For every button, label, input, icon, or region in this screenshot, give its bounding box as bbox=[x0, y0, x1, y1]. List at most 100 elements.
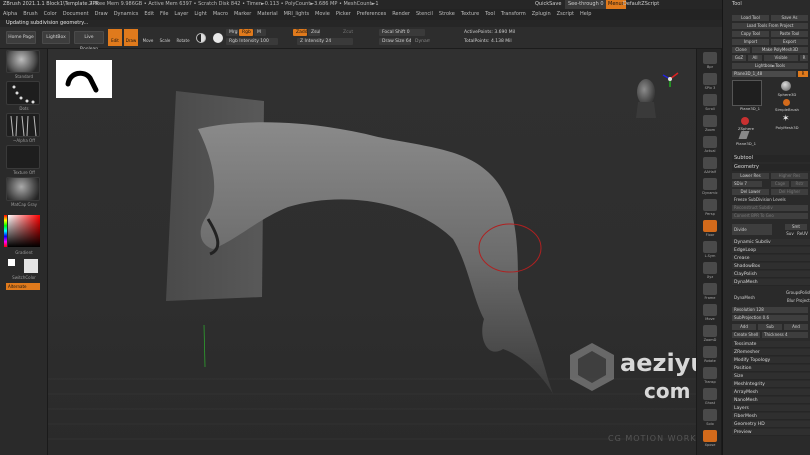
geometry-dynamic-subdiv[interactable]: Dynamic Subdiv bbox=[732, 239, 810, 246]
geometry-fibermesh[interactable]: FiberMesh bbox=[732, 413, 810, 420]
copy-tool-button[interactable]: Copy Tool bbox=[732, 31, 769, 37]
suv-button[interactable]: Suv bbox=[785, 231, 795, 237]
m-button[interactable]: M bbox=[254, 29, 266, 36]
tool-thumb-plane[interactable] bbox=[732, 80, 762, 106]
make-polymesh-button[interactable]: Make PolyMesh3D bbox=[752, 47, 808, 53]
shelf-scroll-button[interactable]: Scroll bbox=[698, 93, 722, 115]
menu-zplugin[interactable]: Zplugin bbox=[529, 9, 554, 20]
sculpt-model[interactable] bbox=[48, 49, 696, 455]
resolution-slider[interactable]: Resolution 128 bbox=[732, 307, 808, 313]
smt-button[interactable]: Smt bbox=[785, 224, 807, 230]
draw-size-slider[interactable]: Draw Size 64 bbox=[379, 38, 411, 45]
hue-strip[interactable] bbox=[4, 215, 7, 247]
import-button[interactable]: Import bbox=[732, 39, 769, 45]
secondary-color-swatch[interactable] bbox=[24, 259, 38, 273]
menu-document[interactable]: Document bbox=[60, 9, 92, 20]
menu-file[interactable]: File bbox=[157, 9, 171, 20]
plane3d-thumb-icon[interactable] bbox=[738, 131, 750, 139]
alternate-button[interactable]: Alternate bbox=[6, 283, 40, 290]
shelf-dynamic-button[interactable]: Dynamic bbox=[698, 177, 722, 199]
groups-button[interactable]: Groups bbox=[786, 290, 800, 296]
menu-help[interactable]: Help bbox=[577, 9, 594, 20]
menu-layer[interactable]: Layer bbox=[171, 9, 191, 20]
navigation-head[interactable] bbox=[632, 74, 660, 119]
convert-bpr-button[interactable]: Convert BPR To Geo bbox=[732, 213, 808, 219]
rgb-intensity-slider[interactable]: Rgb Intensity 100 bbox=[226, 38, 278, 45]
menu-material[interactable]: Material bbox=[254, 9, 280, 20]
rgb-button[interactable]: Rgb bbox=[239, 29, 253, 36]
mrgb-button[interactable]: Mrgb bbox=[226, 29, 238, 36]
color-picker-square[interactable] bbox=[8, 215, 40, 247]
polymesh-thumb-icon[interactable]: ✶ bbox=[782, 115, 790, 124]
dynamesh-button[interactable]: DynaMesh bbox=[732, 293, 760, 303]
menu-light[interactable]: Light bbox=[191, 9, 209, 20]
menu-render[interactable]: Render bbox=[389, 9, 413, 20]
del-lower-button[interactable]: Del Lower bbox=[732, 189, 769, 195]
menu-picker[interactable]: Picker bbox=[333, 9, 354, 20]
move-button[interactable]: Move bbox=[141, 29, 155, 46]
menu-stroke[interactable]: Stroke bbox=[436, 9, 458, 20]
quicksave-button[interactable]: QuickSave bbox=[535, 0, 561, 9]
all-button[interactable]: All bbox=[748, 55, 762, 61]
lightbox-tools-button[interactable]: Lightbox►Tools bbox=[732, 63, 808, 69]
goz-button[interactable]: GoZ bbox=[732, 55, 746, 61]
shelf-rotate-button[interactable]: Rotate bbox=[698, 345, 722, 367]
menu-stencil[interactable]: Stencil bbox=[413, 9, 436, 20]
shelf-persp-button[interactable]: Persp bbox=[698, 198, 722, 220]
project-button[interactable]: Project bbox=[796, 298, 810, 304]
z-intensity-slider[interactable]: Z Intensity 24 bbox=[297, 38, 353, 45]
rstr-button[interactable]: Rstr bbox=[791, 181, 808, 187]
stroke-thumbnail[interactable] bbox=[6, 81, 40, 105]
cage-button[interactable]: Cage bbox=[771, 181, 789, 187]
clone-button[interactable]: Clone bbox=[732, 47, 750, 53]
reconstruct-subdiv-button[interactable]: Reconstruct Subdiv bbox=[732, 205, 808, 211]
canvas-viewport[interactable]: aeziyuan. com CG MOTION WORKSHOP bbox=[48, 49, 696, 455]
axis-gizmo[interactable] bbox=[660, 69, 680, 89]
lower-res-button[interactable]: Lower Res bbox=[732, 173, 769, 179]
del-higher-button[interactable]: Del Higher bbox=[771, 189, 808, 195]
geometry-modify-topology[interactable]: Modify Topology bbox=[732, 357, 810, 364]
simplebrush-thumb-icon[interactable] bbox=[783, 99, 790, 106]
freeze-subdivision-button[interactable]: Freeze SubDivision Levels bbox=[732, 197, 808, 203]
live-boolean-button[interactable]: Live Boolean bbox=[74, 31, 104, 52]
shelf-floor-button[interactable]: Floor bbox=[698, 219, 722, 241]
subtool-section[interactable]: Subtool bbox=[732, 155, 810, 162]
r-button[interactable]: R bbox=[800, 55, 808, 61]
geometry-dynamesh[interactable]: DynaMesh bbox=[732, 279, 810, 286]
divide-button[interactable]: Divide bbox=[732, 224, 772, 235]
main-color-swatch[interactable] bbox=[8, 259, 15, 266]
sub-button[interactable]: Sub bbox=[758, 324, 782, 330]
geometry-shadowbox[interactable]: ShadowBox bbox=[732, 263, 810, 270]
menu-brush[interactable]: Brush bbox=[20, 9, 40, 20]
load-tool-button[interactable]: Load Tool bbox=[732, 15, 769, 21]
shelf-aahalf-button[interactable]: AAHalf bbox=[698, 156, 722, 178]
menu-movie[interactable]: Movie bbox=[312, 9, 333, 20]
color-swatch-icon[interactable] bbox=[213, 33, 223, 43]
menu-edit[interactable]: Edit bbox=[141, 9, 157, 20]
load-tools-from-project-button[interactable]: Load Tools From Project bbox=[732, 23, 808, 29]
menu-transform[interactable]: Transform bbox=[498, 9, 529, 20]
default-zscript[interactable]: DefaultZScript bbox=[623, 0, 659, 9]
focal-shift-slider[interactable]: Focal Shift 0 bbox=[379, 29, 425, 36]
material-sphere-icon[interactable] bbox=[196, 33, 206, 43]
visible-button[interactable]: Visible bbox=[764, 55, 798, 61]
draw-button[interactable]: Draw bbox=[124, 29, 138, 46]
geometry-section[interactable]: Geometry bbox=[732, 164, 810, 171]
paste-tool-button[interactable]: Paste Tool bbox=[771, 31, 808, 37]
higher-res-button[interactable]: Higher Res bbox=[771, 173, 808, 179]
shelf-transp-button[interactable]: Transp bbox=[698, 366, 722, 388]
tool-r-button[interactable]: R bbox=[798, 71, 808, 77]
brush-thumbnail[interactable] bbox=[6, 50, 40, 73]
shelf-bpr-button[interactable]: Bpr bbox=[698, 51, 722, 73]
geometry-edgeloop[interactable]: EdgeLoop bbox=[732, 247, 810, 254]
rotate-button[interactable]: Rotate bbox=[175, 29, 191, 46]
scale-button[interactable]: Scale bbox=[158, 29, 172, 46]
alpha-thumbnail[interactable] bbox=[6, 113, 40, 137]
dynamic-button[interactable]: Dynamic bbox=[412, 38, 430, 45]
thickness-slider[interactable]: Thickness 4 bbox=[762, 332, 808, 338]
geometry-zremesher[interactable]: ZRemesher bbox=[732, 349, 810, 356]
menu-alpha[interactable]: Alpha bbox=[0, 9, 20, 20]
menu-marker[interactable]: Marker bbox=[231, 9, 254, 20]
menu-preferences[interactable]: Preferences bbox=[354, 9, 389, 20]
shelf-actual-button[interactable]: Actual bbox=[698, 135, 722, 157]
